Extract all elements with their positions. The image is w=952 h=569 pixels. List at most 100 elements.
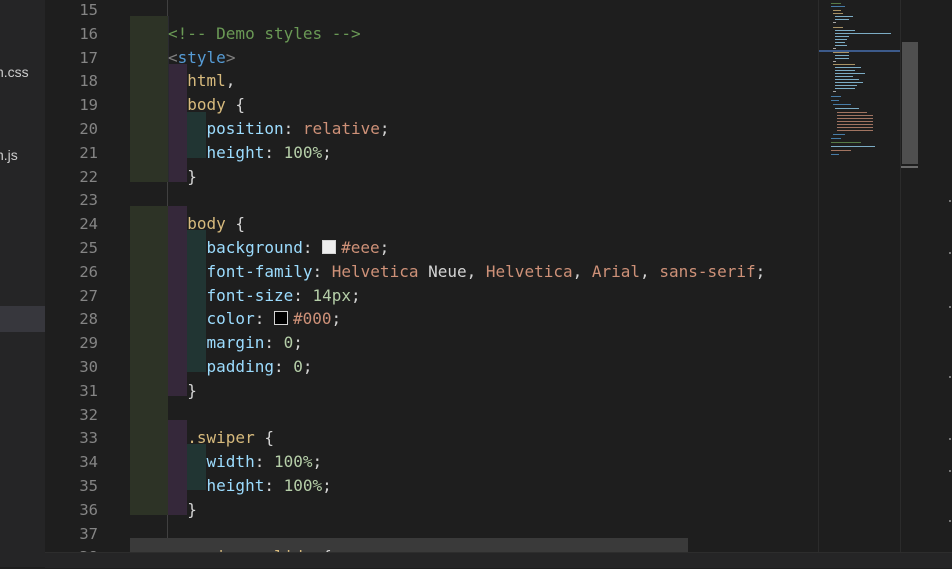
code-token: : — [254, 309, 274, 329]
minimap-line — [835, 39, 847, 40]
code-token: { — [254, 428, 274, 448]
line-number: 34 — [79, 453, 98, 472]
code-token: Helvetica — [331, 261, 419, 281]
panel-mark — [949, 200, 951, 202]
code-token: 100% — [283, 476, 323, 495]
minimap-viewport-marker[interactable] — [819, 50, 901, 52]
line-number: 27 — [79, 286, 98, 305]
code-line[interactable]: html, — [130, 69, 818, 93]
code-line[interactable]: margin: 0; — [130, 331, 818, 355]
explorer-file-js[interactable]: n.js — [0, 147, 18, 163]
code-token: : — [283, 119, 303, 138]
code-token: : — [264, 333, 284, 353]
code-token: { — [225, 214, 246, 234]
code-token: } — [187, 499, 197, 519]
minimap-line — [835, 82, 863, 83]
line-number: 24 — [79, 215, 98, 234]
code-token: height — [206, 142, 265, 162]
minimap-line — [833, 48, 836, 49]
scrollbar-marker — [901, 166, 919, 168]
code-line[interactable]: body { — [130, 93, 818, 117]
code-line[interactable]: width: 100%; — [130, 450, 818, 474]
minimap-line — [835, 67, 861, 68]
minimap-line — [835, 33, 891, 34]
code-line[interactable]: } — [130, 379, 818, 403]
code-line[interactable]: } — [130, 165, 818, 189]
minimap-line — [835, 79, 859, 80]
code-line[interactable]: .swiper { — [130, 426, 818, 450]
minimap-line — [831, 146, 875, 147]
line-number: 21 — [79, 143, 98, 162]
line-number: 37 — [79, 524, 98, 543]
code-token: 100% — [283, 142, 323, 162]
explorer-file-css[interactable]: n.css — [0, 64, 29, 80]
code-line[interactable]: body { — [130, 212, 818, 236]
code-line[interactable]: .swiper-slide { — [130, 545, 818, 552]
minimap-line — [831, 96, 841, 97]
code-token: : — [293, 285, 313, 305]
code-token: ; — [331, 309, 342, 329]
minimap-line — [831, 3, 841, 4]
code-line[interactable] — [130, 188, 818, 212]
horizontal-scrollbar[interactable] — [45, 552, 952, 568]
line-number: 29 — [79, 334, 98, 353]
code-line[interactable]: padding: 0; — [130, 355, 818, 379]
code-token: : — [264, 142, 284, 162]
code-token: height — [206, 476, 265, 495]
code-line[interactable]: font-family: Helvetica Neue, Helvetica, … — [130, 260, 818, 284]
code-token: relative — [302, 119, 380, 138]
code-line[interactable] — [130, 522, 818, 546]
code-line[interactable]: font-size: 14px; — [130, 284, 818, 308]
minimap-line — [835, 70, 855, 71]
line-number: 28 — [79, 310, 98, 329]
code-token: Arial — [591, 261, 641, 281]
code-token: } — [187, 166, 197, 186]
minimap-line — [837, 112, 867, 113]
code-line[interactable] — [130, 0, 818, 22]
code-token: : — [312, 261, 332, 281]
code-line[interactable]: height: 100%; — [130, 474, 818, 498]
code-line[interactable]: color: #000; — [130, 307, 818, 331]
color-swatch[interactable] — [273, 311, 288, 326]
color-swatch[interactable] — [322, 240, 337, 254]
minimap-line — [835, 16, 853, 17]
code-token: ; — [293, 333, 303, 353]
code-token: #000 — [292, 309, 332, 329]
code-line[interactable]: background: #eee; — [130, 236, 818, 260]
minimap[interactable] — [818, 0, 901, 552]
code-token: background — [206, 238, 303, 257]
code-token: Neue, — [418, 261, 486, 281]
code-token: : — [302, 238, 323, 257]
code-line[interactable] — [130, 403, 818, 427]
minimap-line — [835, 36, 849, 37]
code-token: Helvetica — [485, 261, 573, 281]
code-line[interactable]: <style> — [130, 46, 818, 70]
code-token: : — [273, 357, 294, 376]
minimap-line — [831, 6, 845, 7]
line-number: 31 — [79, 381, 98, 400]
minimap-line — [831, 154, 839, 155]
code-line[interactable]: position: relative; — [130, 117, 818, 141]
scrollbar-thumb[interactable] — [902, 42, 918, 164]
minimap-line — [835, 88, 855, 89]
vertical-scrollbar[interactable] — [900, 0, 919, 552]
minimap-line — [835, 58, 849, 59]
line-number: 33 — [79, 429, 98, 448]
minimap-line — [835, 45, 847, 46]
minimap-line — [833, 64, 855, 65]
code-line[interactable]: <!-- Demo styles --> — [130, 22, 818, 46]
code-line[interactable]: } — [130, 498, 818, 522]
minimap-line — [833, 22, 836, 23]
minimap-line — [833, 91, 836, 92]
code-token: body — [187, 214, 226, 234]
minimap-line — [835, 42, 845, 43]
code-token: font-family — [206, 261, 313, 281]
code-line[interactable]: height: 100%; — [130, 141, 818, 165]
minimap-line — [835, 108, 859, 109]
code-editor[interactable]: <!-- Demo styles --> <style> html, body {… — [130, 0, 818, 552]
